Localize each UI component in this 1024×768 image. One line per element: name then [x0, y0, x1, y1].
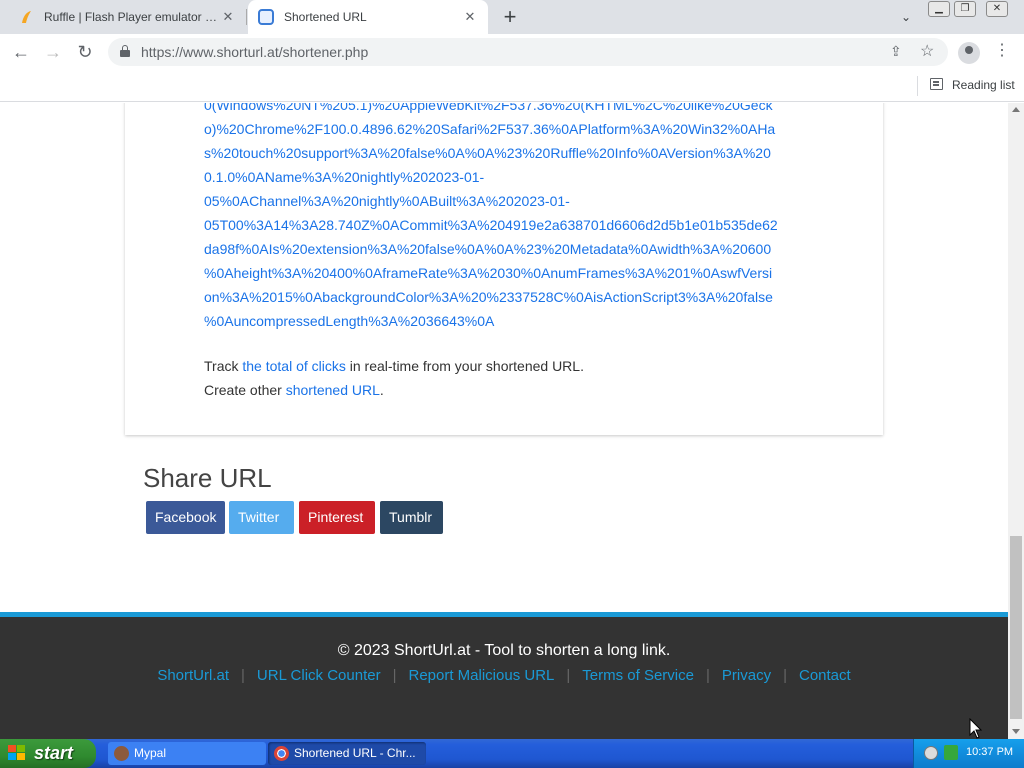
new-tab-button[interactable]: +	[498, 4, 522, 30]
divider: |	[241, 667, 245, 684]
long-url-line[interactable]: 05%0AChannel%3A%20nightly%0ABuilt%3A%202…	[204, 189, 804, 213]
tab-strip: Ruffle | Flash Player emulator writte ✕ …	[0, 0, 1024, 34]
result-card: 0(Windows%20NT%205.1)%20AppleWebKit%2F53…	[125, 103, 883, 435]
lock-icon[interactable]	[120, 45, 130, 57]
twitter-share-button[interactable]: Twitter	[229, 501, 294, 534]
bookmark-star-icon[interactable]: ☆	[920, 41, 934, 61]
tab-shortened-url[interactable]: Shortened URL ✕	[248, 0, 488, 34]
total-clicks-link[interactable]: the total of clicks	[242, 358, 346, 374]
long-url-line[interactable]: 05T00%3A14%3A28.740Z%0ACommit%3A%204919e…	[204, 213, 804, 237]
footer-link-home[interactable]: ShortUrl.at	[157, 667, 229, 684]
browser-toolbar: ← → ↻ https://www.shorturl.at/shortener.…	[0, 34, 1024, 70]
tumblr-share-button[interactable]: Tumblr	[380, 501, 443, 534]
url-text[interactable]: https://www.shorturl.at/shortener.php	[141, 44, 368, 60]
reload-icon[interactable]: ↻	[72, 40, 98, 64]
track-clicks-text: Track the total of clicks in real-time f…	[204, 358, 584, 374]
long-url-line[interactable]: %0AuncompressedLength%3A%2036643%0A	[204, 309, 804, 333]
long-url-line[interactable]: 0(Windows%20NT%205.1)%20AppleWebKit%2F53…	[204, 103, 804, 117]
tab-search-chevron-icon[interactable]: ⌄	[896, 6, 916, 28]
pinterest-share-button[interactable]: Pinterest	[299, 501, 375, 534]
divider: |	[705, 667, 710, 684]
shortened-url-link[interactable]: shortened URL	[286, 382, 380, 398]
page-viewport: 0(Windows%20NT%205.1)%20AppleWebKit%2F53…	[0, 103, 1008, 739]
address-bar[interactable]: https://www.shorturl.at/shortener.php ⇪ …	[108, 38, 948, 66]
long-url-line[interactable]: on%3A%2015%0AbackgroundColor%3A%20%23375…	[204, 285, 804, 309]
footer-link-contact[interactable]: Contact	[799, 667, 851, 684]
divider	[917, 76, 918, 96]
back-arrow-icon[interactable]: ←	[8, 40, 34, 64]
create-suffix: .	[379, 382, 384, 398]
taskbar-item-label: Shortened URL - Chr...	[294, 746, 416, 760]
divider: |	[566, 667, 571, 684]
start-label: start	[34, 743, 74, 763]
long-url-line[interactable]: 0.1.0%0AName%3A%20nightly%202023-01-	[204, 165, 804, 189]
forward-arrow-icon[interactable]: →	[40, 40, 66, 64]
long-url-line[interactable]: %0Aheight%3A%20400%0AframeRate%3A%2030%0…	[204, 261, 804, 285]
taskbar: start Mypal Shortened URL - Chr... 10:37…	[0, 739, 1024, 768]
track-prefix: Track	[204, 358, 243, 374]
copyright-text: © 2023 ShortUrl.at - Tool to shorten a l…	[337, 642, 671, 659]
divider: |	[783, 667, 787, 684]
footer-link-report[interactable]: Report Malicious URL	[408, 667, 554, 684]
share-url-heading: Share URL	[143, 463, 272, 493]
share-icon[interactable]: ⇪	[890, 43, 902, 60]
network-icon[interactable]	[924, 746, 938, 760]
start-button[interactable]: start	[0, 739, 96, 768]
footer-link-click-counter[interactable]: URL Click Counter	[257, 667, 381, 684]
shorturl-favicon-icon	[258, 9, 274, 25]
reading-list-button[interactable]: Reading list	[952, 78, 1015, 92]
facebook-share-button[interactable]: Facebook	[146, 501, 225, 534]
scroll-down-arrow-icon[interactable]	[1012, 729, 1020, 734]
footer-links: ShortUrl.at | URL Click Counter | Report…	[0, 667, 1008, 684]
restore-button[interactable]: ❐	[954, 1, 976, 17]
long-url-line[interactable]: s%20touch%20support%3A%20false%0A%0A%23%…	[204, 141, 804, 165]
system-tray: 10:37 PM	[913, 739, 1024, 768]
create-other-text: Create other shortened URL.	[204, 382, 384, 398]
windows-flag-icon	[8, 745, 25, 760]
clock[interactable]: 10:37 PM	[966, 746, 1013, 758]
tab-divider	[246, 9, 247, 25]
mouse-cursor-icon	[969, 718, 983, 739]
tab-ruffle[interactable]: Ruffle | Flash Player emulator writte ✕	[8, 0, 246, 34]
tab-title: Ruffle | Flash Player emulator writte	[44, 10, 220, 24]
mypal-icon	[114, 746, 129, 761]
close-icon[interactable]: ✕	[220, 9, 236, 25]
long-url-line[interactable]: da98f%0AIs%20extension%3A%20false%0A%0A%…	[204, 237, 804, 261]
create-prefix: Create other	[204, 382, 286, 398]
divider: |	[392, 667, 397, 684]
reading-list-icon[interactable]	[930, 78, 943, 90]
minimize-button[interactable]: ▁	[928, 1, 950, 17]
ruffle-icon	[22, 11, 31, 23]
profile-avatar-icon[interactable]	[958, 42, 980, 64]
close-icon[interactable]: ✕	[462, 9, 478, 25]
kebab-menu-icon[interactable]: ⋮	[994, 40, 1010, 60]
taskbar-item-mypal[interactable]: Mypal	[108, 742, 266, 765]
long-url-line[interactable]: o)%20Chrome%2F100.0.4896.62%20Safari%2F5…	[204, 117, 804, 141]
footer-link-terms[interactable]: Terms of Service	[582, 667, 694, 684]
taskbar-item-chrome[interactable]: Shortened URL - Chr...	[268, 742, 426, 765]
site-footer: © 2023 ShortUrl.at - Tool to shorten a l…	[0, 612, 1008, 739]
page-scrollbar[interactable]	[1008, 103, 1024, 739]
close-window-button[interactable]: ✕	[986, 1, 1008, 17]
scrollbar-thumb[interactable]	[1010, 536, 1022, 719]
long-url-link[interactable]: 0(Windows%20NT%205.1)%20AppleWebKit%2F53…	[204, 103, 804, 333]
taskbar-item-label: Mypal	[134, 746, 167, 760]
footer-link-privacy[interactable]: Privacy	[722, 667, 771, 684]
security-shield-icon[interactable]	[944, 745, 958, 760]
chrome-icon	[274, 746, 289, 761]
tab-title: Shortened URL	[284, 10, 367, 24]
bookmarks-bar: Reading list	[0, 70, 1024, 102]
scroll-up-arrow-icon[interactable]	[1012, 107, 1020, 112]
track-suffix: in real-time from your shortened URL.	[345, 358, 584, 374]
